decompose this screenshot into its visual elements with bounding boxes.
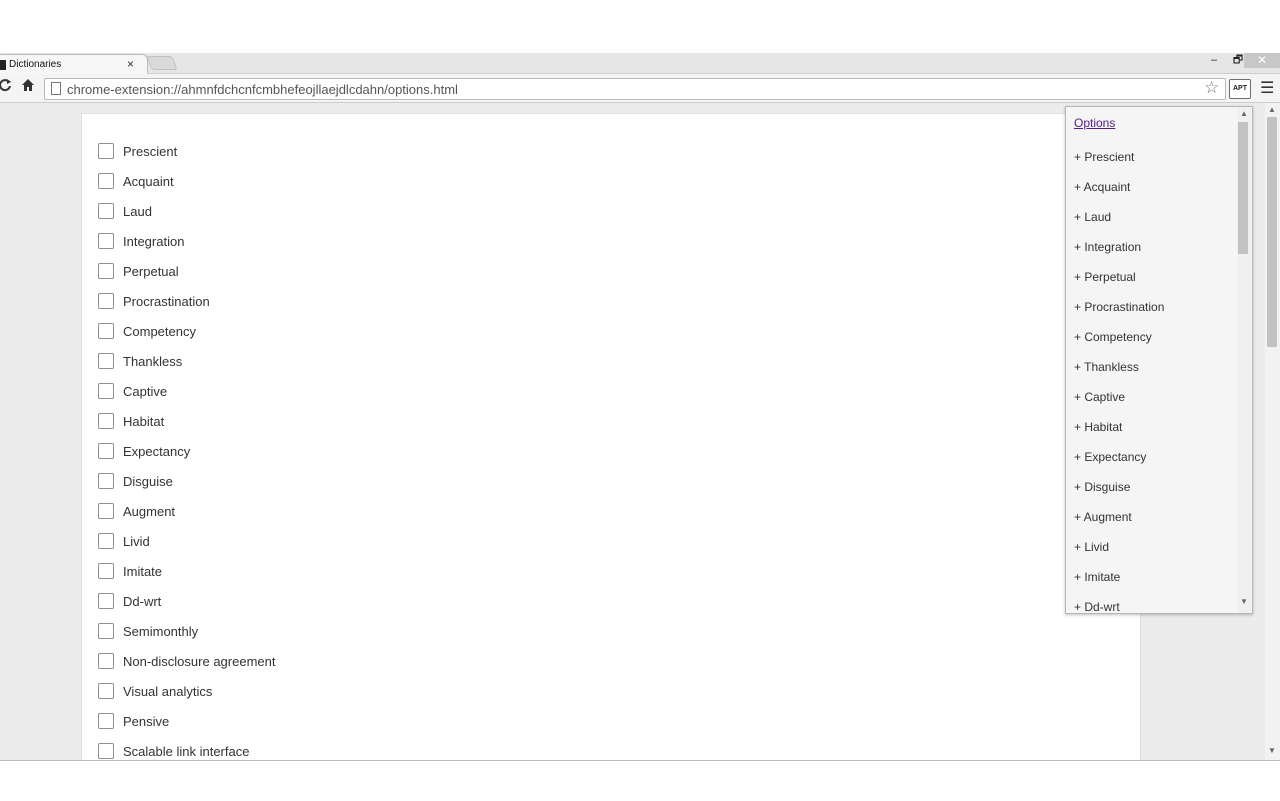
word-checkbox[interactable] <box>98 683 114 699</box>
popup-scrollbar[interactable]: ▲ ▼ <box>1237 107 1251 613</box>
word-label: Competency <box>123 324 196 339</box>
word-checkbox[interactable] <box>98 593 114 609</box>
word-label: Disguise <box>123 474 173 489</box>
word-checkbox[interactable] <box>98 173 114 189</box>
screen-top-area <box>0 0 1280 53</box>
word-label: Semimonthly <box>123 624 199 639</box>
word-label: Pensive <box>123 714 170 729</box>
minimize-button[interactable]: – <box>1202 53 1226 68</box>
word-label: Scalable link interface <box>123 744 250 759</box>
tab-close-icon[interactable]: × <box>127 57 134 71</box>
word-checkbox[interactable] <box>98 533 114 549</box>
word-checkbox[interactable] <box>98 713 114 729</box>
screen-bottom-area <box>0 760 1280 801</box>
popup-word-item[interactable]: + Captive <box>1074 390 1125 404</box>
star-icon[interactable]: ☆ <box>1204 78 1219 98</box>
address-bar[interactable]: chrome-extension://ahmnfdchcnfcmbhefeojl… <box>44 78 1226 100</box>
word-checkbox[interactable] <box>98 383 114 399</box>
home-icon[interactable] <box>21 78 35 95</box>
popup-word-item[interactable]: + Disguise <box>1074 480 1130 494</box>
word-checkbox[interactable] <box>98 263 114 279</box>
new-tab-button[interactable] <box>146 56 178 70</box>
popup-word-item[interactable]: + Habitat <box>1074 420 1122 434</box>
word-checkbox[interactable] <box>98 413 114 429</box>
word-label: Integration <box>123 234 185 249</box>
word-label: Acquaint <box>123 174 174 189</box>
word-checkbox[interactable] <box>98 653 114 669</box>
scroll-down-arrow-icon[interactable]: ▼ <box>1240 597 1248 606</box>
extension-popup: Options + Prescient + Acquaint + Laud + … <box>1065 106 1253 614</box>
word-checkbox[interactable] <box>98 353 114 369</box>
page-scrollbar[interactable]: ▲ ▼ <box>1265 103 1280 760</box>
tab-strip: Dictionaries × – 🗗 ✕ <box>0 53 1280 76</box>
word-label: Imitate <box>123 564 163 579</box>
word-checkbox[interactable] <box>98 473 114 489</box>
popup-word-item[interactable]: + Perpetual <box>1074 270 1136 284</box>
word-checkbox[interactable] <box>98 233 114 249</box>
popup-word-list: Options + Prescient + Acquaint + Laud + … <box>1066 107 1236 613</box>
word-label: Augment <box>123 504 176 519</box>
word-list-panel: Prescient Acquaint Laud Integration Perp… <box>81 113 1141 761</box>
extension-apt-button[interactable]: APT <box>1229 79 1251 99</box>
popup-word-item[interactable]: + Livid <box>1074 540 1109 554</box>
word-label: Visual analytics <box>123 684 213 699</box>
word-checkbox[interactable] <box>98 623 114 639</box>
popup-word-item[interactable]: + Integration <box>1074 240 1141 254</box>
word-checkbox[interactable] <box>98 743 114 759</box>
popup-word-item[interactable]: + Expectancy <box>1074 450 1146 464</box>
page-icon <box>51 82 61 95</box>
close-window-button[interactable]: ✕ <box>1244 53 1280 68</box>
reload-icon[interactable] <box>0 78 12 95</box>
tab-dictionaries[interactable]: Dictionaries × <box>0 54 148 76</box>
scroll-up-arrow-icon[interactable]: ▲ <box>1240 109 1248 118</box>
tab-title: Dictionaries <box>9 59 62 70</box>
word-checkbox[interactable] <box>98 323 114 339</box>
word-checkbox[interactable] <box>98 293 114 309</box>
word-label: Perpetual <box>123 264 179 279</box>
tab-favicon-icon <box>0 60 6 70</box>
url-text: chrome-extension://ahmnfdchcnfcmbhefeojl… <box>67 82 458 97</box>
popup-word-item[interactable]: + Augment <box>1074 510 1132 524</box>
word-label: Captive <box>123 384 168 399</box>
word-label: Habitat <box>123 414 165 429</box>
page-scrollbar-thumb[interactable] <box>1267 117 1277 347</box>
word-label: Thankless <box>123 354 183 369</box>
word-checkbox[interactable] <box>98 203 114 219</box>
word-label: Prescient <box>123 144 178 159</box>
hamburger-menu-icon[interactable]: ☰ <box>1260 78 1274 98</box>
popup-word-item[interactable]: + Competency <box>1074 330 1152 344</box>
popup-word-item[interactable]: + Dd-wrt <box>1074 600 1120 613</box>
word-label: Laud <box>123 204 152 219</box>
word-label: Procrastination <box>123 294 210 309</box>
word-checkbox[interactable] <box>98 443 114 459</box>
popup-word-item[interactable]: + Thankless <box>1074 360 1139 374</box>
word-checkbox[interactable] <box>98 503 114 519</box>
popup-scrollbar-thumb[interactable] <box>1238 122 1248 254</box>
word-label: Dd-wrt <box>123 594 162 609</box>
popup-word-item[interactable]: + Imitate <box>1074 570 1120 584</box>
scroll-down-arrow-icon[interactable]: ▼ <box>1268 746 1276 755</box>
popup-word-item[interactable]: + Prescient <box>1074 150 1134 164</box>
options-link[interactable]: Options <box>1074 116 1115 130</box>
popup-word-item[interactable]: + Procrastination <box>1074 300 1164 314</box>
popup-word-item[interactable]: + Acquaint <box>1074 180 1130 194</box>
browser-toolbar: chrome-extension://ahmnfdchcnfcmbhefeojl… <box>0 74 1280 103</box>
scroll-up-arrow-icon[interactable]: ▲ <box>1268 105 1276 114</box>
word-checkbox[interactable] <box>98 143 114 159</box>
popup-word-item[interactable]: + Laud <box>1074 210 1111 224</box>
word-label: Expectancy <box>123 444 191 459</box>
word-checkbox[interactable] <box>98 563 114 579</box>
word-label: Livid <box>123 534 150 549</box>
word-label: Non-disclosure agreement <box>123 654 276 669</box>
